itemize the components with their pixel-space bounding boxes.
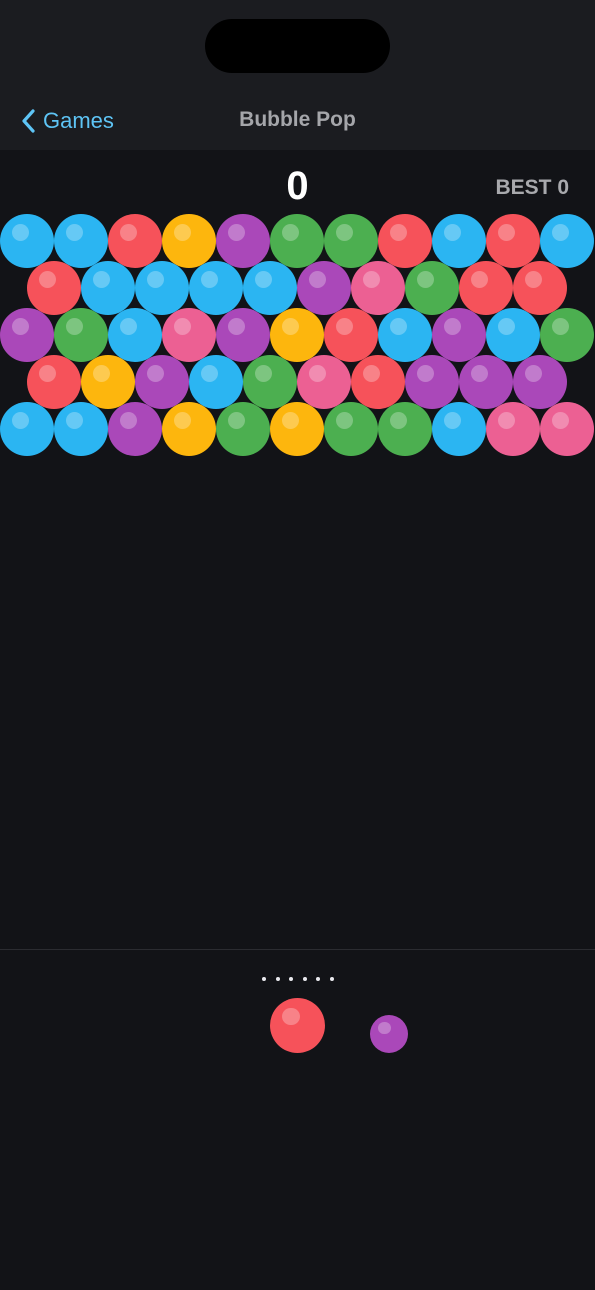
bubble-blue [378,308,432,362]
bubble-pink [297,355,351,409]
shooter-divider [0,949,595,950]
bubble-yellow [162,402,216,456]
bubble-purple [216,214,270,268]
bubble-purple [513,355,567,409]
bubble-green [324,214,378,268]
bubble-red [351,355,405,409]
bubble-green [540,308,594,362]
bubble-green [270,214,324,268]
bubble-green [378,402,432,456]
best-score-value: 0 [557,176,569,199]
bubble-red [324,308,378,362]
bubble-purple [432,308,486,362]
dynamic-island [205,19,390,73]
bubble-red [486,214,540,268]
bubble-blue [189,355,243,409]
bubble-pink [486,402,540,456]
bubble-green [405,261,459,315]
bubble-blue [432,214,486,268]
bubble-blue [108,308,162,362]
bubble-purple [216,308,270,362]
aim-dot [275,977,280,981]
bubble-green [54,308,108,362]
bubble-blue [54,214,108,268]
aim-dot [302,977,307,981]
bubble-pink [540,402,594,456]
bubble-yellow [81,355,135,409]
bubble-yellow [162,214,216,268]
bubble-blue [54,402,108,456]
aim-dot [289,977,294,981]
aim-dot [262,977,266,981]
bubble-green [216,402,270,456]
navigation-bar: Games Bubble Pop [0,90,595,150]
bubble-green [324,402,378,456]
bubble-purple [108,402,162,456]
bubble-red [27,355,81,409]
bubble-blue [189,261,243,315]
bubble-purple [405,355,459,409]
bubble-blue [486,308,540,362]
current-bubble[interactable] [270,998,325,1053]
bubble-yellow [270,402,324,456]
bubble-red [459,261,513,315]
bubble-red [27,261,81,315]
bubble-red [513,261,567,315]
bubble-red [108,214,162,268]
bubble-yellow [270,308,324,362]
bubble-blue [432,402,486,456]
best-score: BEST 0 [495,176,569,200]
bubble-blue [0,214,54,268]
bubble-blue [243,261,297,315]
bubble-purple [297,261,351,315]
bubble-purple [0,308,54,362]
bubble-purple [135,355,189,409]
bubble-pink [351,261,405,315]
bubble-blue [540,214,594,268]
bubble-green [243,355,297,409]
bubble-purple [459,355,513,409]
aim-dot [329,977,334,981]
page-title: Bubble Pop [239,108,356,131]
best-score-label: BEST [495,176,552,199]
aim-guide [262,977,334,983]
bubble-blue [135,261,189,315]
bubble-red [378,214,432,268]
bubble-blue [81,261,135,315]
bubble-blue [0,402,54,456]
next-bubble[interactable] [370,1015,408,1053]
aim-dot [316,977,321,981]
status-bar [0,0,595,90]
bubble-pink [162,308,216,362]
